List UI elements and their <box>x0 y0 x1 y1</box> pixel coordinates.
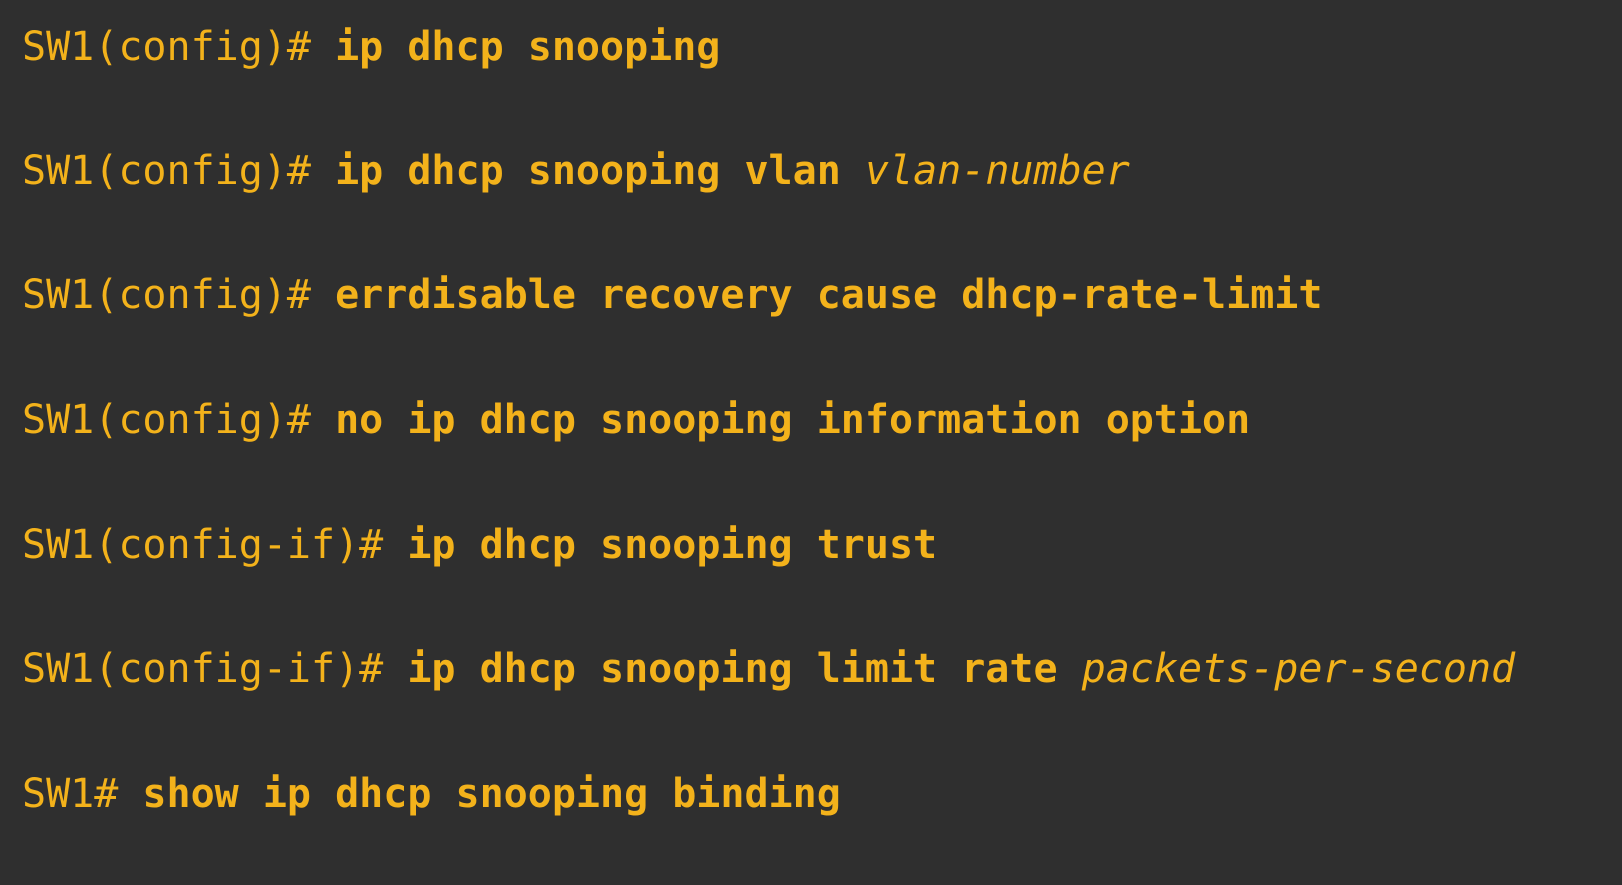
prompt: SW1(config-if)# <box>22 646 384 692</box>
prompt: SW1(config)# <box>22 148 311 194</box>
command: ip dhcp snooping <box>335 24 721 70</box>
command-line-5: SW1(config-if)# ip dhcp snooping trust <box>22 515 937 575</box>
command-line-2: SW1(config)# ip dhcp snooping vlan vlan-… <box>22 141 1130 201</box>
prompt: SW1(config)# <box>22 272 311 318</box>
command: ip dhcp snooping trust <box>407 522 938 568</box>
prompt: SW1(config-if)# <box>22 522 384 568</box>
prompt: SW1(config)# <box>22 397 311 443</box>
prompt: SW1# <box>22 771 119 817</box>
cli-command-list: SW1(config)# ip dhcp snooping SW1(config… <box>0 0 1622 885</box>
command-line-6: SW1(config-if)# ip dhcp snooping limit r… <box>22 639 1515 699</box>
command: no ip dhcp snooping information option <box>335 397 1251 443</box>
command: show ip dhcp snooping binding <box>142 771 841 817</box>
command: ip dhcp snooping vlan <box>335 148 841 194</box>
argument-placeholder: packets-per-second <box>1081 646 1516 692</box>
prompt: SW1(config)# <box>22 24 311 70</box>
command: errdisable recovery cause dhcp-rate-limi… <box>335 272 1323 318</box>
command-line-4: SW1(config)# no ip dhcp snooping informa… <box>22 390 1250 450</box>
command-line-1: SW1(config)# ip dhcp snooping <box>22 17 720 77</box>
argument-placeholder: vlan-number <box>864 148 1130 194</box>
command-line-7: SW1# show ip dhcp snooping binding <box>22 764 841 824</box>
command-line-3: SW1(config)# errdisable recovery cause d… <box>22 265 1322 325</box>
command: ip dhcp snooping limit rate <box>407 646 1058 692</box>
